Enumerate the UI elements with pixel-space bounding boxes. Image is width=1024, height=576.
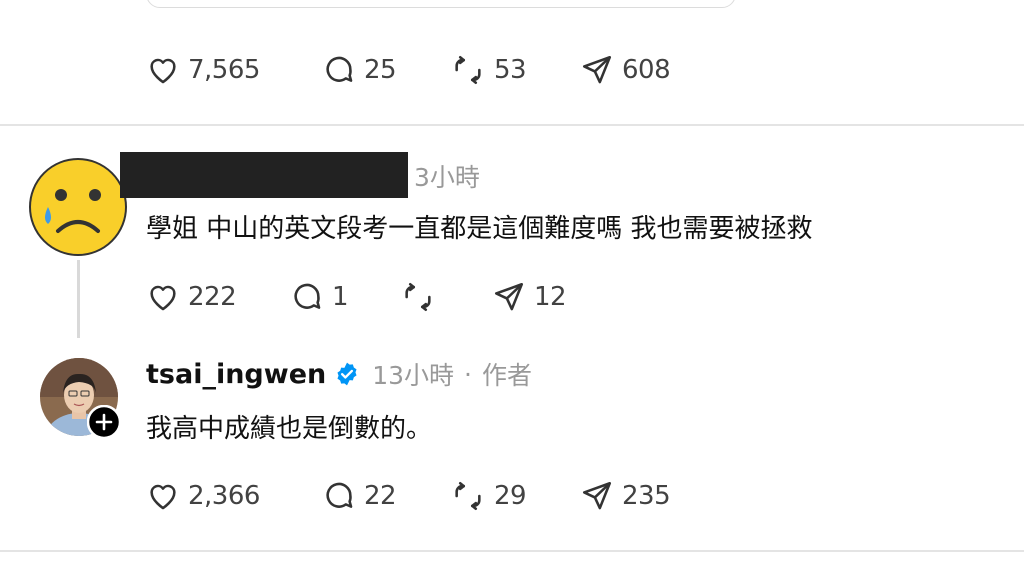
share-count: 608: [622, 55, 671, 85]
comment-icon: [326, 482, 353, 508]
comment-icon: [294, 283, 321, 309]
like-count: 7,565: [188, 55, 260, 85]
heart-icon: [150, 58, 176, 84]
like-button[interactable]: 222: [146, 280, 290, 314]
heart-icon: [150, 285, 176, 311]
reply-timestamp: 3小時: [414, 163, 480, 192]
send-icon: [582, 55, 612, 84]
reply-text: 我高中成績也是倒數的。: [146, 414, 433, 444]
repost-count: 29: [494, 481, 527, 511]
follow-plus-icon[interactable]: [87, 405, 121, 439]
reply-button[interactable]: 1: [290, 280, 400, 314]
repost-icon: [455, 481, 481, 511]
comment-icon: [326, 56, 353, 82]
reply-2-action-bar: 2,366 22 29 235: [146, 476, 671, 516]
share-count: 12: [534, 282, 567, 312]
reply-header: tsai_ingwen 13小時 · 作者: [146, 356, 532, 392]
redacted-username: [120, 152, 408, 198]
reply-count: 25: [364, 55, 397, 85]
heart-icon: [150, 484, 176, 510]
repost-button[interactable]: 53: [450, 53, 580, 87]
reply-count: 22: [364, 481, 397, 511]
share-button[interactable]: 608: [580, 53, 671, 87]
crying-face-emoji-icon[interactable]: [28, 157, 128, 257]
author-label: 作者: [482, 361, 533, 390]
reply-timestamp: 13小時: [372, 361, 455, 390]
send-icon: [494, 282, 524, 311]
repost-count: 53: [494, 55, 527, 85]
quoted-post-card[interactable]: [146, 0, 736, 8]
threads-feed: 7,565 25 53 608 3小時 學姐 中山的英文段考一直都是這個難度嗎 …: [0, 0, 1024, 576]
repost-button[interactable]: 29: [450, 479, 580, 513]
repost-icon: [405, 282, 431, 312]
username[interactable]: tsai_ingwen: [146, 359, 326, 390]
verified-badge-icon: [337, 362, 357, 386]
reply-text: 學姐 中山的英文段考一直都是這個難度嗎 我也需要被拯救: [146, 214, 813, 244]
share-count: 235: [622, 481, 671, 511]
like-button[interactable]: 2,366: [146, 479, 322, 513]
repost-button[interactable]: [400, 280, 492, 314]
reply-1-action-bar: 222 1 12: [146, 277, 567, 317]
top-post-action-bar: 7,565 25 53 608: [146, 50, 671, 90]
reply-button[interactable]: 25: [322, 53, 450, 87]
repost-icon: [455, 55, 481, 85]
avatar[interactable]: [39, 357, 121, 439]
share-button[interactable]: 12: [492, 280, 567, 314]
like-count: 222: [188, 282, 237, 312]
like-button[interactable]: 7,565: [146, 53, 322, 87]
reply-count: 1: [332, 282, 349, 312]
post-divider: [0, 550, 1024, 552]
post-divider: [0, 124, 1024, 126]
reply-button[interactable]: 22: [322, 479, 450, 513]
send-icon: [582, 481, 612, 510]
meta-separator: ·: [464, 359, 472, 389]
share-button[interactable]: 235: [580, 479, 671, 513]
thread-line: [77, 260, 80, 338]
like-count: 2,366: [188, 481, 260, 511]
